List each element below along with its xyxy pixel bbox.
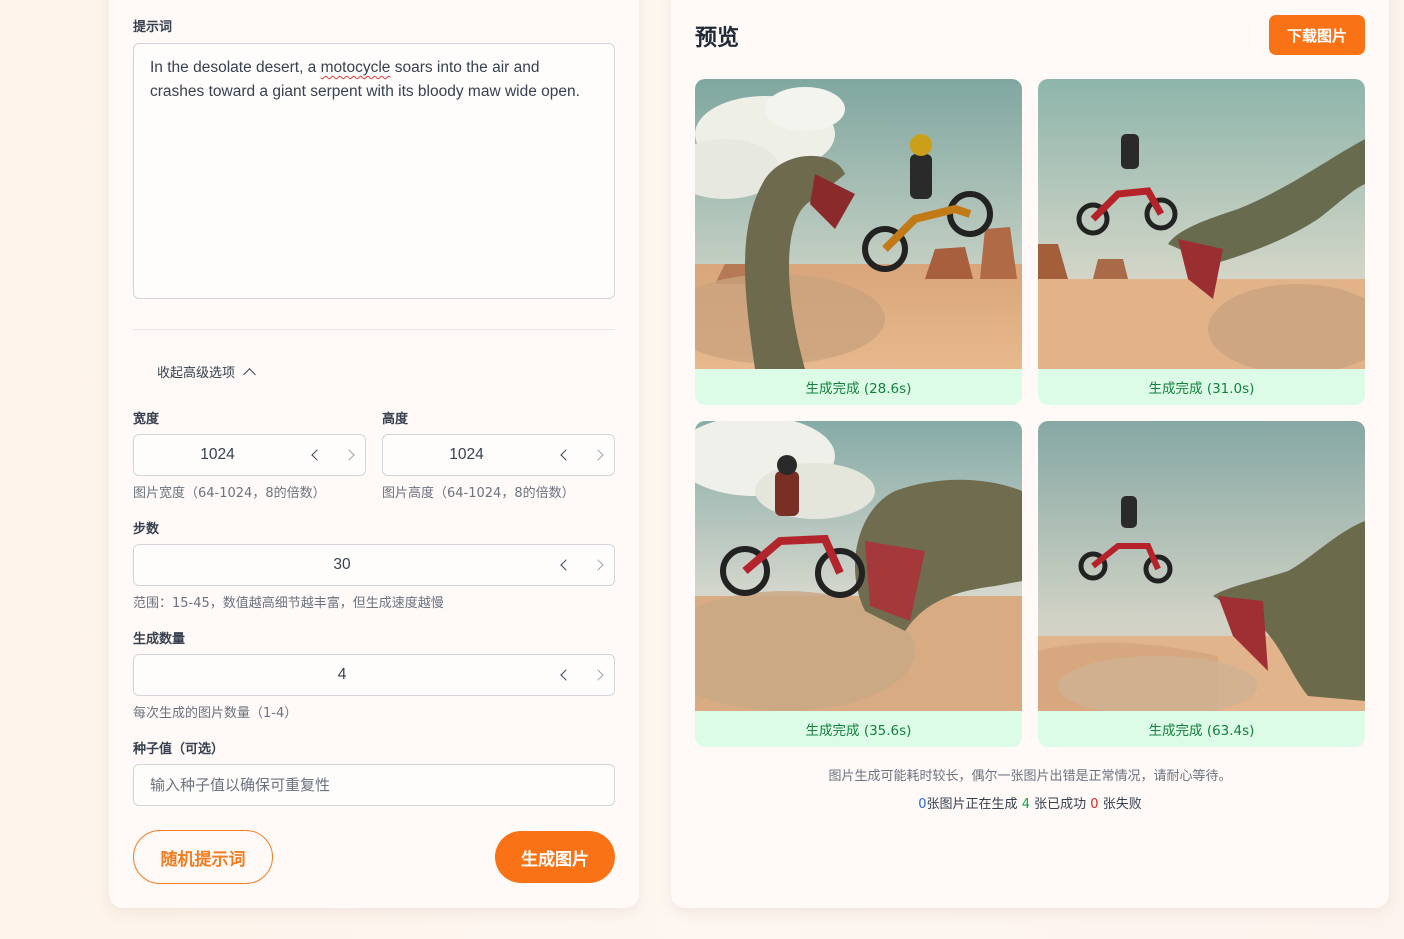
generating-count: 0 — [918, 797, 927, 812]
height-stepper[interactable]: 1024 — [382, 434, 615, 476]
divider — [133, 329, 615, 330]
generated-image-card[interactable]: 生成完成 (63.4s) — [1038, 421, 1365, 747]
preview-panel: 预览 下载图片 生成完成 (28.6s) 生成完成 (31.0s) 生成完成 (… — [671, 0, 1389, 908]
success-label: 张已成功 — [1034, 797, 1087, 812]
steps-hint: 范围：15-45，数值越高细节越丰富，但生成速度越慢 — [133, 596, 444, 611]
width-label: 宽度 — [133, 412, 160, 427]
height-label: 高度 — [382, 412, 409, 427]
width-stepper[interactable]: 1024 — [133, 434, 366, 476]
width-hint: 图片宽度（64-1024，8的倍数） — [133, 486, 326, 501]
chevron-right-icon[interactable] — [592, 559, 604, 571]
image-status: 生成完成 (31.0s) — [1038, 369, 1365, 405]
image-status: 生成完成 (28.6s) — [695, 369, 1022, 405]
generated-image — [1038, 421, 1365, 712]
generation-note: 图片生成可能耗时较长，偶尔一张图片出错是正常情况，请耐心等待。 — [828, 769, 1232, 784]
generated-image — [695, 79, 1022, 369]
random-prompt-button[interactable]: 随机提示词 — [133, 830, 273, 884]
seed-input[interactable] — [133, 764, 615, 806]
count-stepper[interactable]: 4 — [133, 654, 615, 696]
steps-stepper[interactable]: 30 — [133, 544, 615, 586]
settings-panel: 提示词 In the desolate desert, a motocycle … — [109, 0, 639, 908]
collapse-advanced-label: 收起高级选项 — [157, 366, 236, 381]
seed-label: 种子值（可选） — [133, 742, 225, 757]
download-button[interactable]: 下载图片 — [1269, 15, 1365, 55]
chevron-left-icon[interactable] — [560, 669, 572, 681]
generate-button[interactable]: 生成图片 — [495, 831, 615, 883]
chevron-left-icon[interactable] — [311, 449, 323, 461]
image-status: 生成完成 (35.6s) — [695, 711, 1022, 747]
generating-label: 张图片正在生成 — [926, 797, 1018, 812]
collapse-advanced-toggle[interactable]: 收起高级选项 — [157, 362, 256, 381]
image-status: 生成完成 (63.4s) — [1038, 711, 1365, 747]
generation-counts: 0张图片正在生成 4 张已成功 0 张失败 — [671, 793, 1389, 812]
steps-label: 步数 — [133, 522, 160, 537]
chevron-right-icon[interactable] — [592, 449, 604, 461]
chevron-right-icon[interactable] — [592, 669, 604, 681]
chevron-up-icon — [243, 367, 256, 381]
generated-image — [695, 421, 1022, 712]
count-hint: 每次生成的图片数量（1-4） — [133, 706, 298, 721]
chevron-left-icon[interactable] — [560, 449, 572, 461]
success-count: 4 — [1021, 797, 1030, 812]
prompt-label: 提示词 — [133, 20, 173, 35]
generated-image-card[interactable]: 生成完成 (35.6s) — [695, 421, 1022, 747]
prompt-misspelled-word: motocycle — [320, 59, 391, 76]
failed-count: 0 — [1090, 797, 1099, 812]
width-value[interactable]: 1024 — [134, 446, 301, 464]
failed-label: 张失败 — [1102, 797, 1142, 812]
chevron-right-icon[interactable] — [343, 449, 355, 461]
preview-title: 预览 — [695, 26, 740, 51]
prompt-textarea[interactable]: In the desolate desert, a motocycle soar… — [133, 43, 615, 299]
generated-image-card[interactable]: 生成完成 (28.6s) — [695, 79, 1022, 405]
prompt-text-start: In the desolate desert, a — [150, 59, 321, 76]
steps-value[interactable]: 30 — [134, 556, 550, 574]
height-hint: 图片高度（64-1024，8的倍数） — [382, 486, 575, 501]
generated-image — [1038, 79, 1365, 369]
chevron-left-icon[interactable] — [560, 559, 572, 571]
height-value[interactable]: 1024 — [383, 446, 550, 464]
count-value[interactable]: 4 — [134, 666, 550, 684]
count-label: 生成数量 — [133, 632, 186, 647]
generated-image-card[interactable]: 生成完成 (31.0s) — [1038, 79, 1365, 405]
